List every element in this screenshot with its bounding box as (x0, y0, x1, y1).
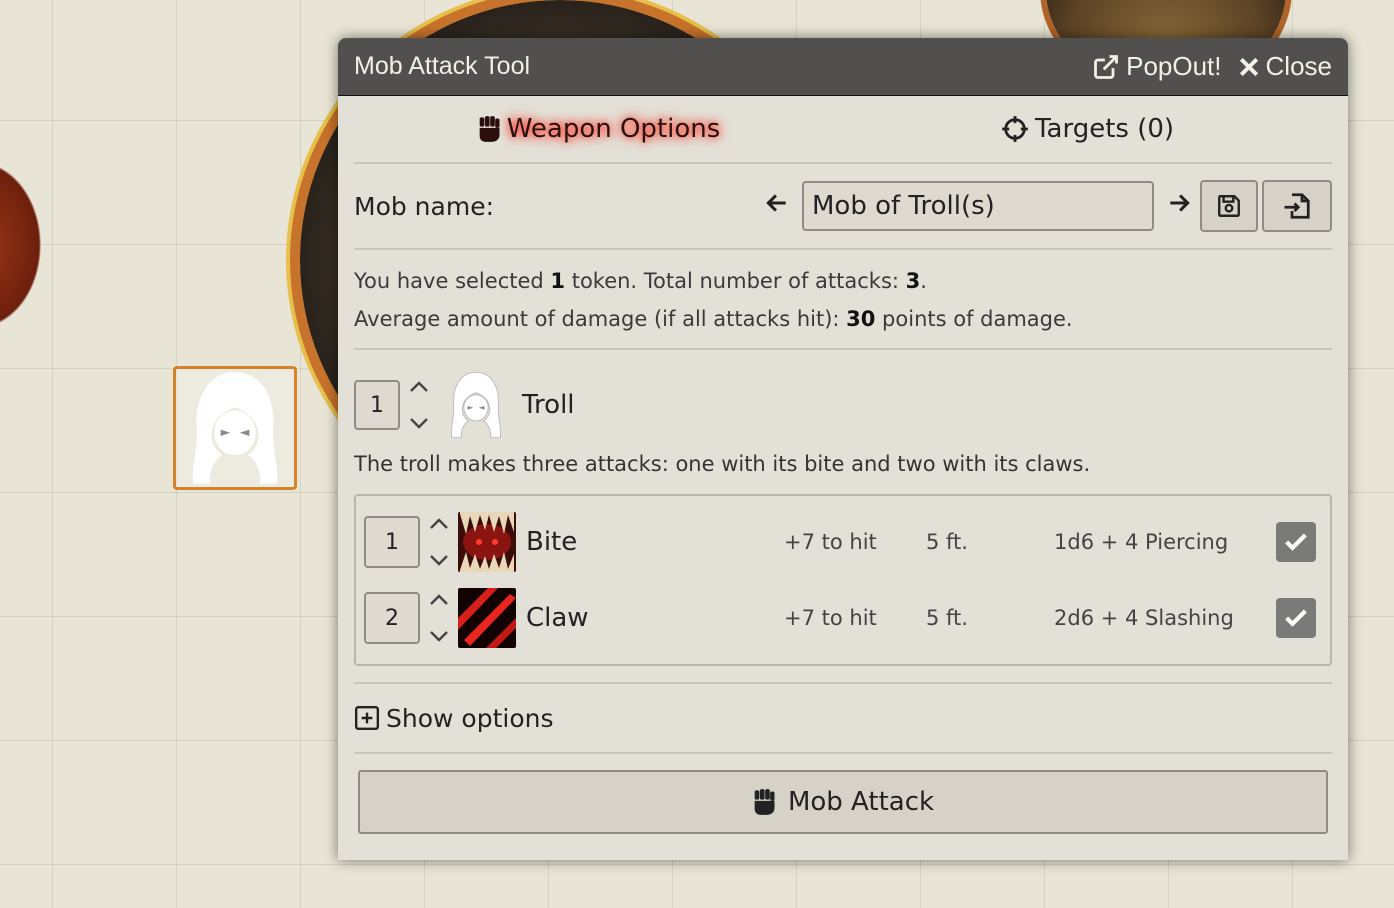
weapon-damage: 1d6 + 4 Piercing (1054, 530, 1229, 554)
weapon-count-field[interactable]: 1 (364, 516, 420, 568)
close-label: Close (1265, 51, 1332, 81)
checkmark-icon (1285, 609, 1307, 627)
chevron-down-icon[interactable] (428, 552, 450, 568)
attack-summary: You have selected 1 token. Total number … (354, 250, 1332, 350)
chevron-down-icon[interactable] (428, 628, 450, 644)
weapon-damage: 2d6 + 4 Slashing (1054, 606, 1234, 630)
weapon-name: Bite (526, 527, 578, 557)
average-damage-value: 30 (846, 307, 876, 331)
tab-targets-label: Targets (0) (1034, 114, 1175, 144)
monster-multiattack-description: The troll makes three attacks: one with … (354, 452, 1091, 476)
mob-attack-window: Mob Attack Tool PopOut! Close Weapon Opt… (338, 38, 1348, 860)
close-icon (1239, 57, 1258, 76)
weapon-reach: 5 ft. (926, 530, 968, 554)
monster-avatar-icon (450, 371, 502, 439)
monster-row: 1 Troll (354, 350, 1332, 460)
weapon-count-stepper (428, 516, 450, 568)
weapon-enabled-checkbox[interactable] (1276, 522, 1316, 562)
mob-attack-button[interactable]: Mob Attack (358, 770, 1328, 834)
fist-icon (754, 789, 775, 815)
mob-name-input[interactable] (802, 181, 1154, 231)
show-options-toggle[interactable]: Show options (354, 682, 1332, 754)
window-titlebar[interactable]: Mob Attack Tool PopOut! Close (338, 38, 1348, 96)
mob-name-row: Mob name: (354, 164, 1332, 250)
weapon-reach: 5 ft. (926, 606, 968, 630)
tab-weapon-options-label: Weapon Options (506, 114, 721, 144)
chevron-down-icon[interactable] (408, 415, 430, 431)
bite-weapon-icon (458, 512, 516, 572)
tab-weapon-options[interactable]: Weapon Options (354, 114, 843, 144)
map-creature-wing (0, 150, 50, 340)
weapon-enabled-checkbox[interactable] (1276, 598, 1316, 638)
total-attacks-count: 3 (905, 269, 921, 293)
monster-count-stepper (408, 379, 430, 431)
close-button[interactable]: Close (1238, 51, 1332, 82)
selected-token-count: 1 (550, 269, 566, 293)
fist-icon (479, 116, 500, 142)
hooded-figure-icon (192, 372, 278, 484)
weapon-count-stepper (428, 592, 450, 644)
mob-name-label: Mob name: (354, 191, 495, 221)
previous-name-button[interactable] (760, 190, 794, 223)
save-mob-button[interactable] (1200, 180, 1258, 232)
chevron-up-icon[interactable] (408, 379, 430, 395)
popout-label: PopOut! (1126, 51, 1222, 81)
save-icon (1218, 195, 1240, 217)
chevron-up-icon[interactable] (428, 592, 450, 608)
weapon-count-field[interactable]: 2 (364, 592, 420, 644)
tab-targets[interactable]: Targets (0) (843, 114, 1332, 144)
load-mob-button[interactable] (1262, 180, 1332, 232)
popout-button[interactable]: PopOut! (1092, 51, 1222, 82)
weapon-name: Claw (526, 603, 589, 633)
chevron-up-icon[interactable] (428, 516, 450, 532)
weapon-row-claw: 2 Claw +7 to hit 5 ft. 2d6 + 4 Slashing (364, 580, 1322, 656)
file-import-icon (1284, 193, 1310, 219)
weapon-row-bite: 1 Bite +7 to hit 5 ft. 1d6 + 4 Piercing (364, 504, 1322, 580)
arrow-left-icon (766, 193, 786, 212)
crosshair-icon (1002, 116, 1028, 142)
weapon-to-hit: +7 to hit (784, 530, 877, 554)
mob-attack-label: Mob Attack (787, 787, 935, 817)
next-name-button[interactable] (1162, 190, 1196, 223)
monster-count-field[interactable]: 1 (354, 380, 400, 430)
weapons-list: 1 Bite +7 to hit 5 ft. 1d6 + 4 Piercing (354, 494, 1332, 666)
tab-bar: Weapon Options Targets (0) (354, 96, 1332, 164)
monster-name: Troll (522, 390, 575, 420)
show-options-label: Show options (386, 703, 554, 733)
arrow-right-icon (1170, 193, 1190, 212)
plus-square-icon (354, 705, 380, 731)
checkmark-icon (1285, 533, 1307, 551)
external-link-icon (1094, 54, 1119, 79)
claw-weapon-icon (458, 588, 516, 648)
window-title: Mob Attack Tool (354, 52, 531, 80)
map-token-selected-troll[interactable] (173, 366, 297, 490)
summary-line-selection: You have selected 1 token. Total number … (354, 269, 927, 293)
weapon-to-hit: +7 to hit (784, 606, 877, 630)
summary-line-damage: Average amount of damage (if all attacks… (354, 307, 1073, 331)
